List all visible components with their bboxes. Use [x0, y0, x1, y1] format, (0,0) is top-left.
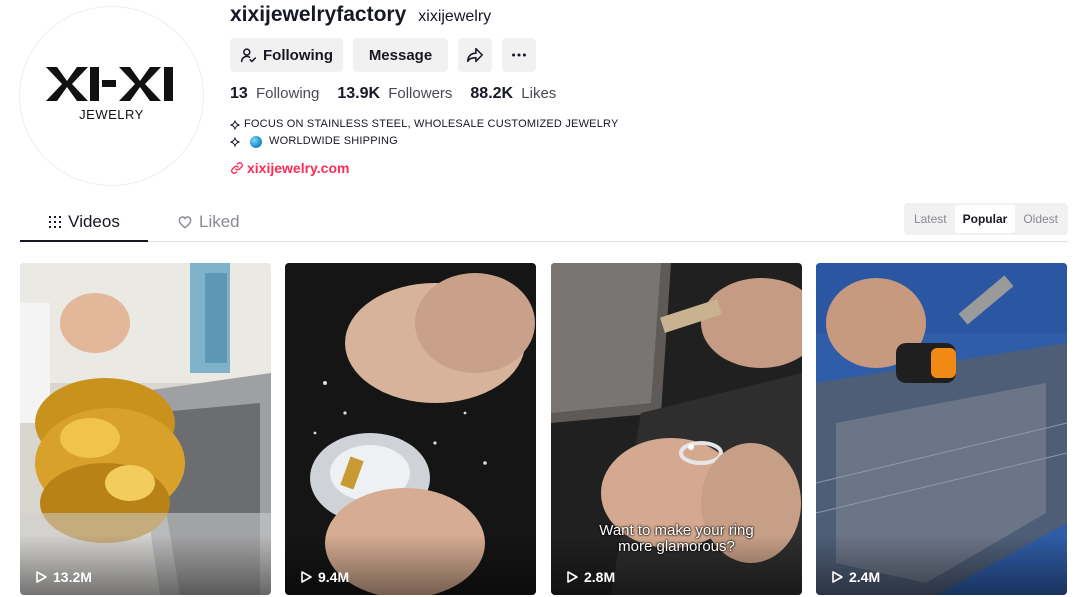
profile-link[interactable]: xixijewelry.com — [230, 160, 1050, 176]
sort-latest[interactable]: Latest — [906, 205, 955, 233]
view-count: 9.4M — [299, 569, 349, 585]
more-options-button[interactable] — [502, 38, 536, 72]
profile-actions: Following Message — [230, 38, 1050, 72]
user-check-icon — [240, 47, 257, 63]
video-caption-line-2: more glamorous? — [618, 538, 735, 555]
profile-info: xixijewelryfactory xixijewelry Following… — [230, 0, 1050, 176]
followers-count: 13.9K — [337, 85, 381, 102]
bio-line-1: FOCUS ON STAINLESS STEEL, WHOLESALE CUST… — [244, 118, 619, 130]
globe-icon — [250, 135, 262, 148]
following-stat[interactable]: 13 Following — [230, 85, 319, 103]
thumbnail-shade — [816, 535, 1067, 595]
video-card[interactable]: 9.4M — [285, 263, 536, 595]
view-count-text: 2.4M — [849, 569, 881, 585]
share-icon — [467, 47, 483, 63]
tab-liked[interactable]: Liked — [177, 203, 240, 241]
likes-count: 88.2K — [470, 85, 514, 102]
grid-icon — [49, 216, 62, 228]
view-count-text: 9.4M — [318, 569, 350, 585]
heart-icon — [178, 216, 192, 229]
play-icon — [301, 571, 312, 583]
following-button[interactable]: Following — [230, 38, 343, 72]
sort-popular[interactable]: Popular — [954, 205, 1016, 233]
username: xixijewelryfactory — [230, 3, 407, 26]
tab-liked-label: Liked — [199, 212, 240, 231]
video-grid: 13.2M 9.4M Want to make your ring more g… — [20, 263, 1068, 597]
tab-videos-label: Videos — [68, 212, 120, 231]
thumbnail-shade — [20, 535, 271, 595]
following-label: Following — [255, 85, 320, 102]
view-count-text: 13.2M — [53, 569, 92, 585]
play-icon — [832, 571, 843, 583]
sort-oldest[interactable]: Oldest — [1015, 205, 1066, 233]
profile-link-text: xixijewelry.com — [247, 160, 350, 176]
profile-stats: 13 Following 13.9K Followers 88.2K Likes — [230, 85, 1050, 103]
view-count: 13.2M — [34, 569, 92, 585]
video-card[interactable]: 13.2M — [20, 263, 271, 595]
video-card[interactable]: 2.4M — [816, 263, 1067, 595]
video-caption: Want to make your ring more glamorous? — [551, 523, 802, 555]
link-icon — [231, 162, 243, 174]
bio-line-2: WORLDWIDE SHIPPING — [269, 135, 398, 147]
profile-avatar[interactable]: JEWELRY — [20, 7, 203, 185]
message-button[interactable]: Message — [353, 38, 448, 72]
likes-label: Likes — [521, 85, 557, 102]
following-count: 13 — [230, 85, 248, 102]
play-icon — [567, 571, 578, 583]
view-count: 2.4M — [830, 569, 880, 585]
xixi-logo — [45, 66, 173, 101]
sort-selector: Latest Popular Oldest — [903, 203, 1068, 235]
share-button[interactable] — [458, 38, 492, 72]
view-count: 2.8M — [565, 569, 615, 585]
nickname: xixijewelry — [418, 8, 492, 25]
view-count-text: 2.8M — [584, 569, 616, 585]
thumbnail-shade — [285, 535, 536, 595]
sparkle-icon — [230, 136, 240, 147]
more-icon — [512, 53, 526, 57]
message-button-label: Message — [368, 46, 433, 64]
following-button-label: Following — [263, 46, 333, 64]
followers-label: Followers — [388, 85, 453, 102]
followers-stat[interactable]: 13.9K Followers — [337, 85, 452, 103]
video-card[interactable]: Want to make your ring more glamorous? 2… — [551, 263, 802, 595]
play-icon — [36, 571, 47, 583]
video-caption-line-1: Want to make your ring — [599, 522, 754, 539]
sparkle-icon — [230, 119, 240, 130]
avatar-subtext: JEWELRY — [79, 106, 144, 122]
tab-videos[interactable]: Videos — [20, 203, 148, 242]
likes-stat: 88.2K Likes — [470, 85, 556, 103]
profile-bio: FOCUS ON STAINLESS STEEL, WHOLESALE CUST… — [230, 116, 1050, 150]
